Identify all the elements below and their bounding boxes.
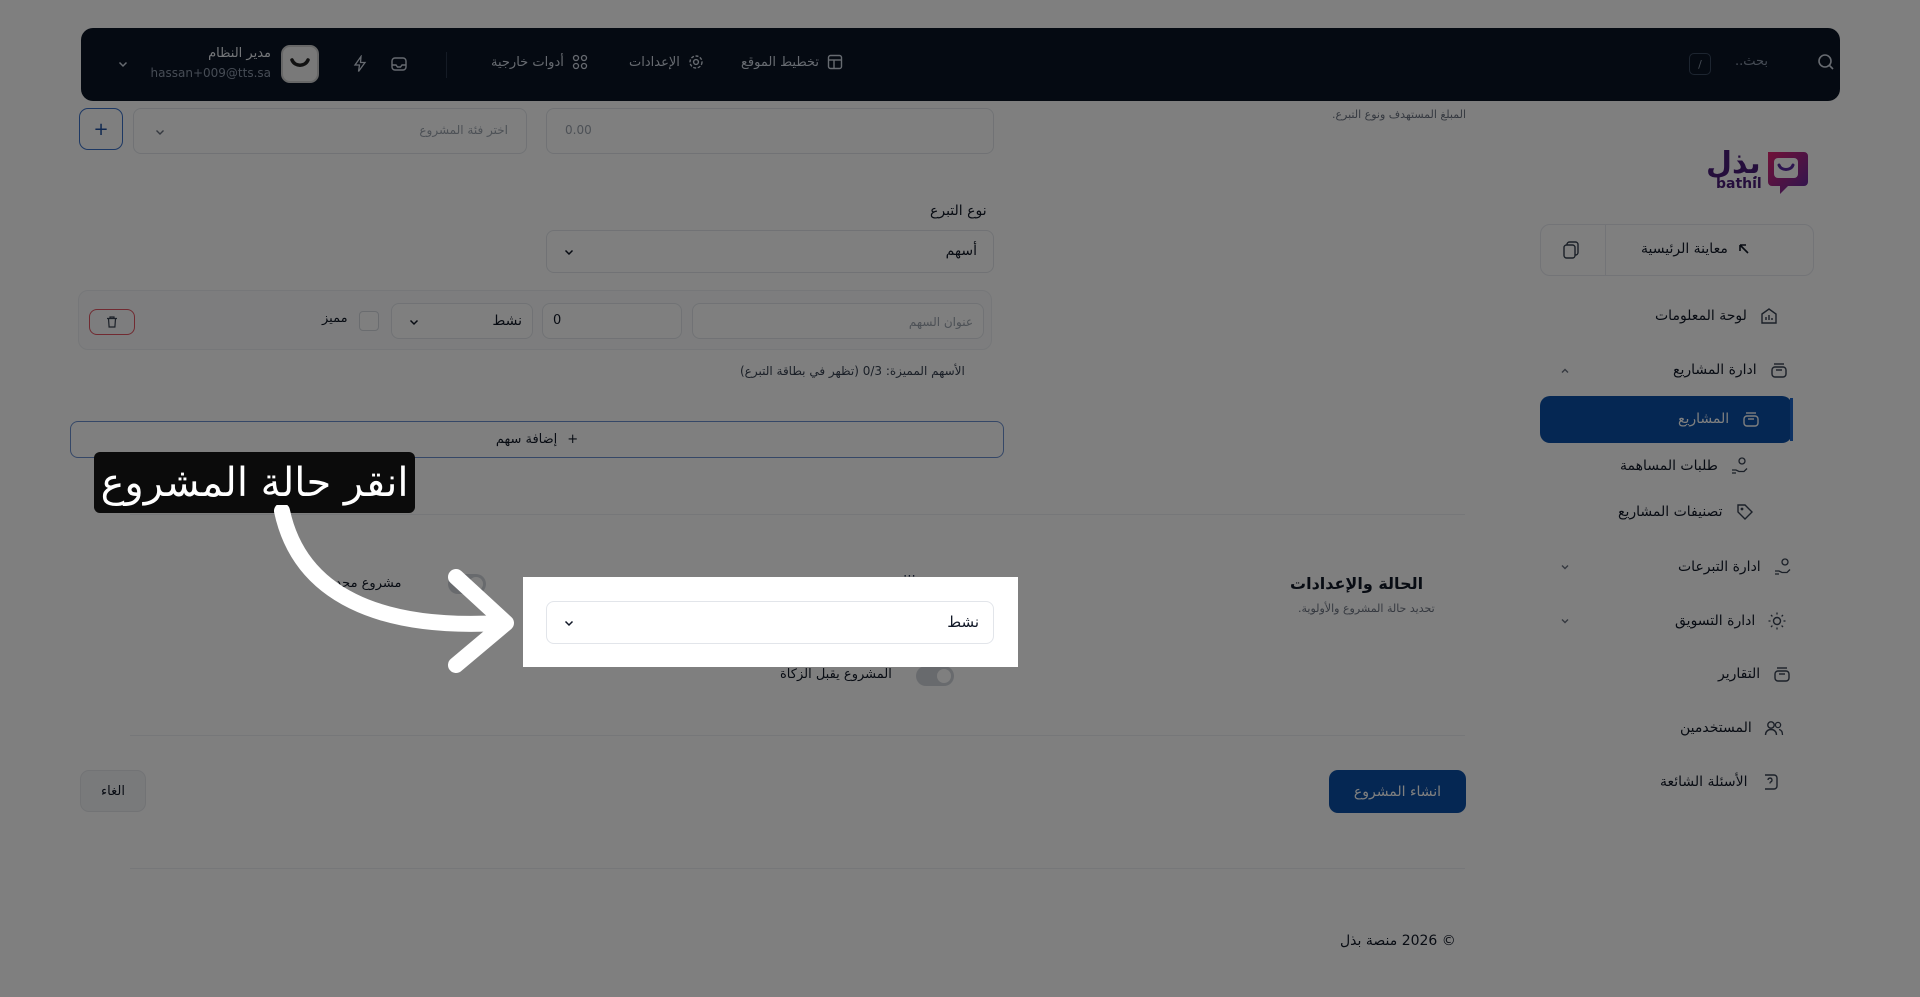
tutorial-spotlight: ⋯ نشط [523,569,1018,667]
status-field-label-partial: ⋯ [903,569,916,584]
tutorial-tooltip: انقر حالة المشروع [94,452,415,513]
chevron-down-icon [564,620,574,627]
tutorial-arrow-icon [274,505,514,673]
project-status-select[interactable]: نشط [546,601,994,644]
project-status-value: نشط [947,613,979,631]
